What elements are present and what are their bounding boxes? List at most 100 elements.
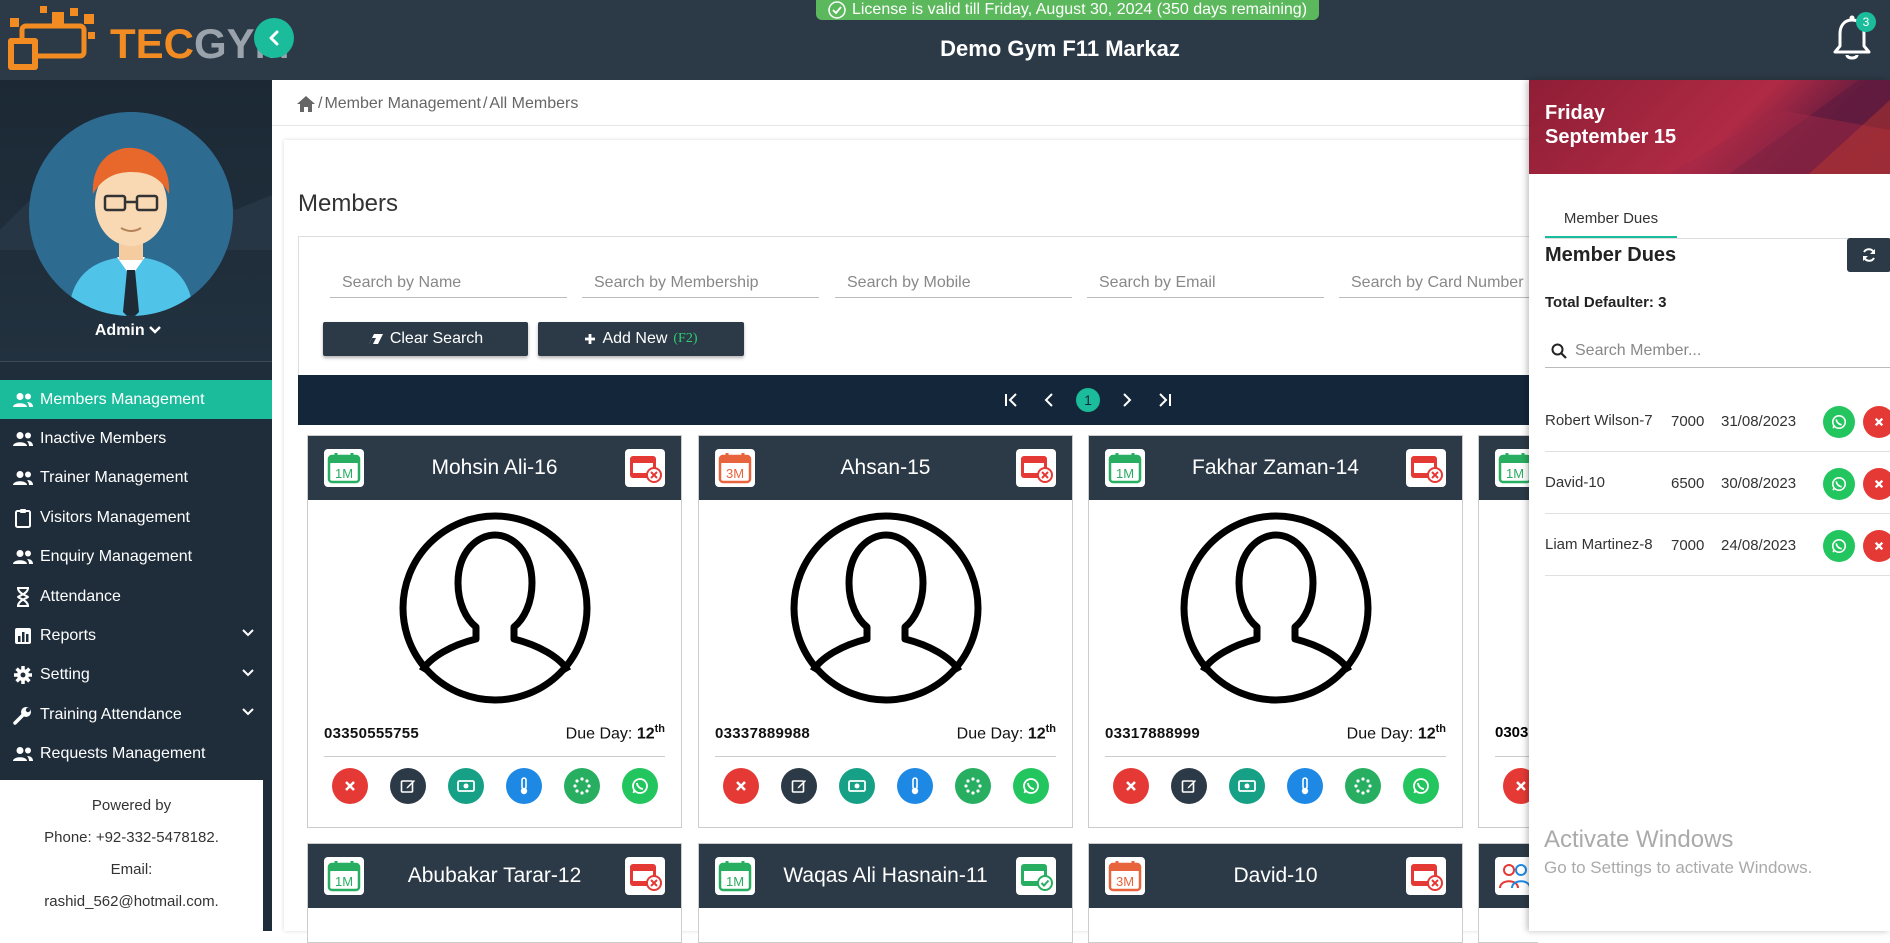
admin-menu-toggle[interactable]: Admin (0, 322, 256, 340)
member-card[interactable]: 3M Ahsan-15 03337889988 Due Day: 12th (698, 435, 1073, 828)
group-icon (1499, 864, 1531, 889)
page-title: Members (298, 190, 399, 217)
member-card[interactable]: 3M David-10 (1088, 843, 1463, 943)
close-icon (1125, 781, 1136, 791)
chevron-down-icon (242, 669, 254, 677)
member-card[interactable]: 1M Abubakar Tarar-12 (307, 843, 682, 943)
card-status-button[interactable] (1406, 857, 1446, 895)
payment-button[interactable] (1228, 768, 1265, 804)
powered-by-email-label: Email: (110, 861, 153, 878)
member-due-day: Due Day: 12th (1347, 723, 1446, 743)
due-day-label: Due Day: (565, 725, 633, 743)
member-search-input[interactable] (1575, 341, 1875, 360)
health-button[interactable] (505, 768, 542, 804)
payment-button[interactable] (838, 768, 875, 804)
sidebar-item-setting[interactable]: Setting (0, 656, 272, 695)
edit-member-button[interactable] (1170, 768, 1207, 804)
next-page-icon[interactable] (1116, 392, 1138, 408)
close-icon (1874, 479, 1884, 489)
attendance-button[interactable] (563, 768, 600, 804)
users-icon (0, 746, 40, 762)
svg-text:1M: 1M (1506, 466, 1524, 481)
member-dues-title: Member Dues (1545, 244, 1677, 266)
whatsapp-reminder-button[interactable] (1823, 468, 1855, 500)
check-circle-icon (828, 1, 846, 19)
card-status-button[interactable] (625, 857, 665, 895)
member-name: Fakhar Zaman-14 (1192, 456, 1359, 479)
spinner-icon (1353, 777, 1372, 795)
date-banner: Friday September 15 (1529, 80, 1890, 174)
member-card[interactable]: 1M Fakhar Zaman-14 03317888999 Due Day: … (1088, 435, 1463, 828)
member-card[interactable]: 1M Mohsin Ali-16 03350555755 Due Day: 12… (307, 435, 682, 828)
remove-due-button[interactable] (1863, 468, 1890, 500)
sidebar-item-reports[interactable]: Reports (0, 616, 272, 655)
sidebar-item-visitors-management[interactable]: Visitors Management (0, 498, 272, 537)
sidebar-item-trainer-management[interactable]: Trainer Management (0, 459, 272, 498)
health-button[interactable] (1286, 768, 1323, 804)
calendar-plan-icon: 1M (718, 861, 752, 892)
sidebar-item-requests-management[interactable]: Requests Management (0, 735, 272, 774)
last-page-icon[interactable] (1154, 392, 1176, 408)
attendance-button[interactable] (954, 768, 991, 804)
member-card[interactable]: 1M Waqas Ali Hasnain-11 (698, 843, 1073, 943)
due-amount: 7000 (1671, 536, 1705, 554)
edit-icon (400, 780, 415, 793)
whatsapp-button[interactable] (621, 768, 658, 804)
total-defaulter: Total Defaulter: 3 (1545, 294, 1667, 311)
card-status-button[interactable] (1406, 449, 1446, 487)
clear-search-button[interactable]: Clear Search (323, 322, 528, 356)
sidebar-collapse-button[interactable] (254, 18, 294, 58)
whatsapp-reminder-button[interactable] (1823, 406, 1855, 438)
close-icon (344, 781, 355, 791)
search-email-input[interactable] (1087, 268, 1324, 298)
spinner-icon (572, 777, 591, 795)
sidebar-divider (0, 361, 272, 362)
member-actions (699, 757, 1072, 815)
search-card-number-input[interactable] (1339, 268, 1530, 298)
due-row: David-10 6500 30/08/2023 (1545, 452, 1890, 514)
member-phone: 03317888999 (1105, 724, 1201, 742)
wrench-icon (0, 705, 40, 725)
due-row: Liam Martinez-8 7000 24/08/2023 (1545, 514, 1890, 576)
thermometer-icon (911, 777, 918, 795)
edit-member-button[interactable] (389, 768, 426, 804)
refresh-button[interactable] (1847, 238, 1890, 272)
member-info-row: 03337889988 Due Day: 12th (699, 716, 1072, 750)
sidebar-item-attendance[interactable]: Attendance (0, 577, 272, 616)
delete-member-button[interactable] (331, 768, 368, 804)
remove-due-button[interactable] (1863, 530, 1890, 562)
thermometer-icon (1301, 777, 1308, 795)
edit-member-button[interactable] (780, 768, 817, 804)
prev-page-icon[interactable] (1038, 392, 1060, 408)
sidebar-item-inactive-members[interactable]: Inactive Members (0, 419, 272, 458)
tab-member-dues[interactable]: Member Dues (1545, 200, 1677, 238)
whatsapp-reminder-button[interactable] (1823, 530, 1855, 562)
health-button[interactable] (896, 768, 933, 804)
sidebar-item-label: Trainer Management (40, 469, 188, 487)
attendance-button[interactable] (1344, 768, 1381, 804)
search-mobile-input[interactable] (835, 268, 1072, 298)
hourglass-icon (0, 586, 40, 607)
license-text: License is valid till Friday, August 30,… (851, 1, 1308, 18)
whatsapp-button[interactable] (1402, 768, 1439, 804)
whatsapp-button[interactable] (1012, 768, 1049, 804)
sidebar-item-members-management[interactable]: Members Management (0, 380, 272, 420)
breadcrumb-member-management[interactable]: Member Management (324, 95, 481, 113)
calendar-plan-icon: 1M (327, 453, 361, 484)
delete-member-button[interactable] (722, 768, 759, 804)
search-name-input[interactable] (330, 268, 567, 298)
sidebar-item-enquiry-management[interactable]: Enquiry Management (0, 538, 272, 577)
card-status-button[interactable] (1016, 449, 1056, 487)
chevron-down-icon (149, 326, 161, 334)
card-status-button[interactable] (1016, 857, 1056, 895)
home-icon[interactable] (296, 95, 316, 113)
card-status-button[interactable] (625, 449, 665, 487)
search-membership-input[interactable] (582, 268, 819, 298)
sidebar-item-training-attendance[interactable]: Training Attendance (0, 695, 272, 734)
add-new-button[interactable]: Add New (F2) (538, 322, 744, 356)
page-number-current[interactable]: 1 (1076, 388, 1100, 412)
delete-member-button[interactable] (1112, 768, 1149, 804)
remove-due-button[interactable] (1863, 406, 1890, 438)
payment-button[interactable] (447, 768, 484, 804)
first-page-icon[interactable] (1000, 392, 1022, 408)
